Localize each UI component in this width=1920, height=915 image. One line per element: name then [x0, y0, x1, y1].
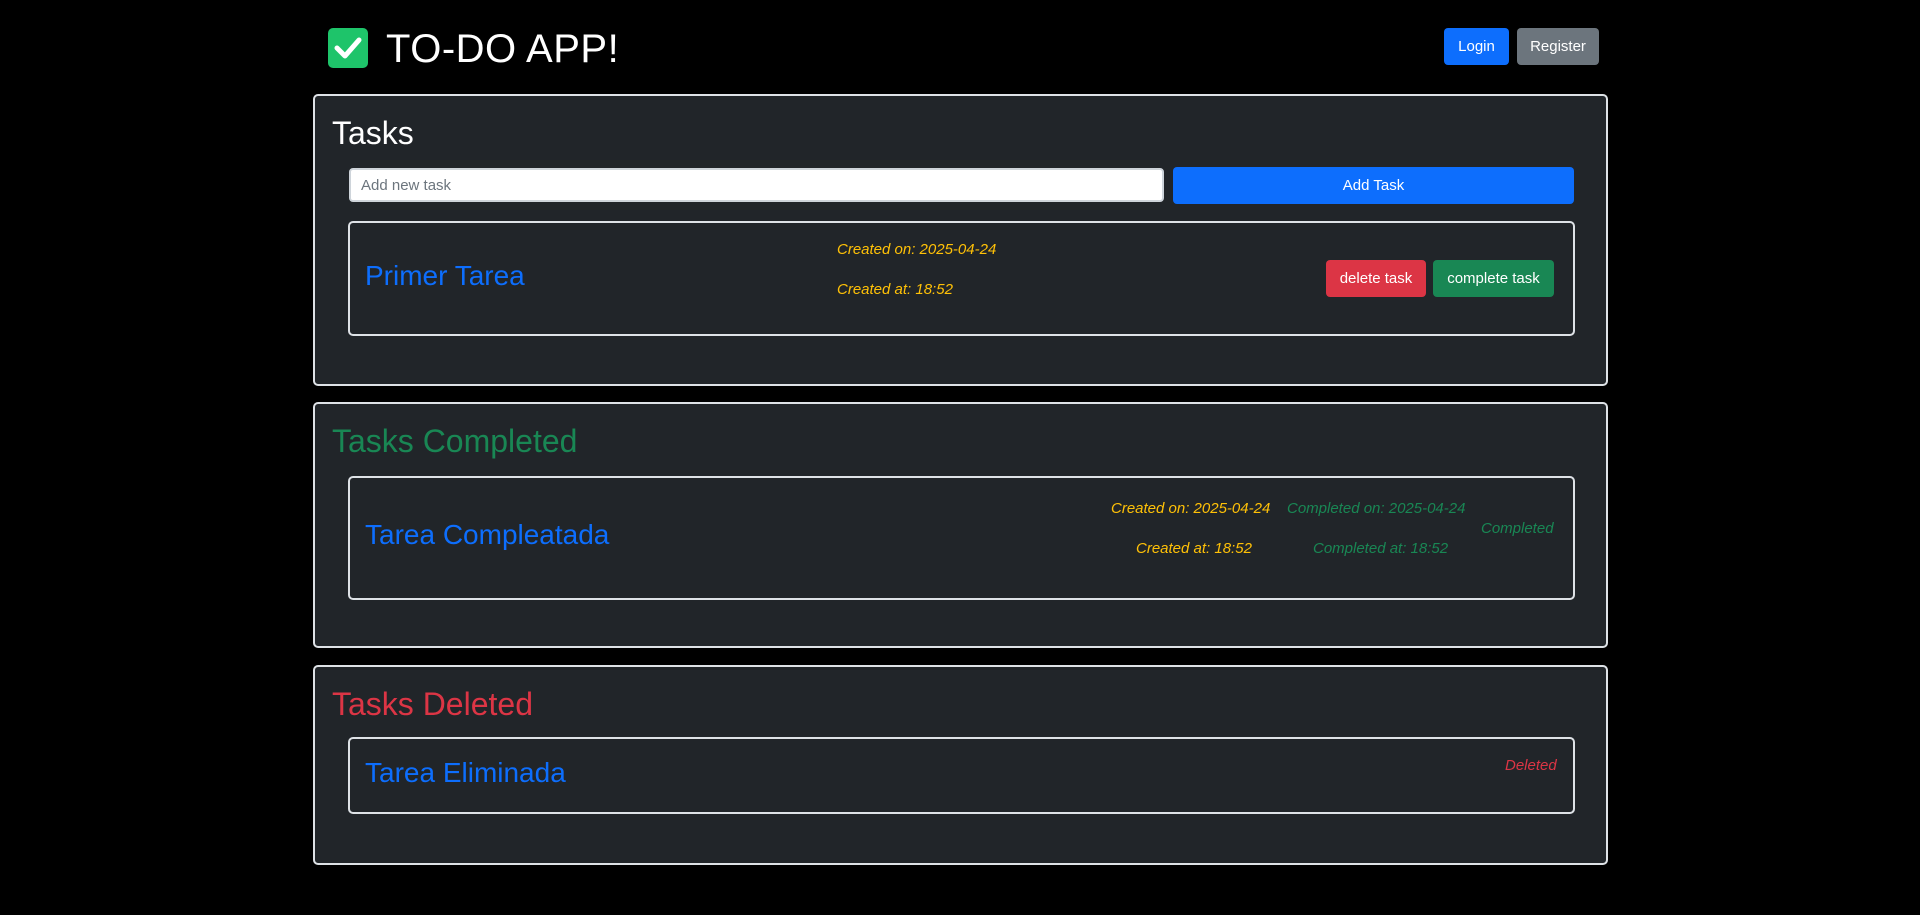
deleted-title: Tasks Deleted	[332, 686, 533, 722]
app-title: TO-DO APP!	[386, 27, 620, 71]
tasks-panel: Tasks Add Task Primer Tarea Created on: …	[313, 94, 1608, 386]
completed-title: Tasks Completed	[332, 423, 578, 459]
add-task-button[interactable]: Add Task	[1173, 167, 1574, 204]
deleted-task-name: Tarea Eliminada	[365, 757, 566, 788]
login-button[interactable]: Login	[1444, 28, 1509, 65]
check-square-icon	[328, 28, 368, 68]
completed-task-completed-at: Completed at: 18:52	[1313, 540, 1449, 557]
tasks-title: Tasks	[332, 115, 414, 151]
complete-task-button[interactable]: complete task	[1433, 260, 1554, 297]
task-created-on: Created on: 2025-04-24	[837, 241, 997, 258]
register-button[interactable]: Register	[1517, 28, 1599, 65]
task-name: Primer Tarea	[365, 260, 525, 291]
completed-task-completed-on: Completed on: 2025-04-24	[1287, 500, 1466, 517]
delete-task-button[interactable]: delete task	[1326, 260, 1426, 297]
completed-task-name: Tarea Compleatada	[365, 519, 610, 550]
deleted-task-card: Tarea Eliminada Deleted	[348, 737, 1575, 814]
task-card: Primer Tarea Created on: 2025-04-24 Crea…	[348, 221, 1575, 336]
completed-status-label: Completed	[1481, 520, 1554, 537]
new-task-input[interactable]	[349, 168, 1164, 202]
completed-task-created-at: Created at: 18:52	[1136, 540, 1252, 557]
completed-panel: Tasks Completed Tarea Compleatada Create…	[313, 402, 1608, 648]
deleted-panel: Tasks Deleted Tarea Eliminada Deleted	[313, 665, 1608, 865]
completed-task-created-on: Created on: 2025-04-24	[1111, 500, 1271, 517]
deleted-status-label: Deleted	[1505, 757, 1557, 774]
app-header: TO-DO APP! Login Register	[328, 27, 1600, 71]
completed-task-card: Tarea Compleatada Created on: 2025-04-24…	[348, 476, 1575, 600]
task-created-at: Created at: 18:52	[837, 281, 953, 298]
